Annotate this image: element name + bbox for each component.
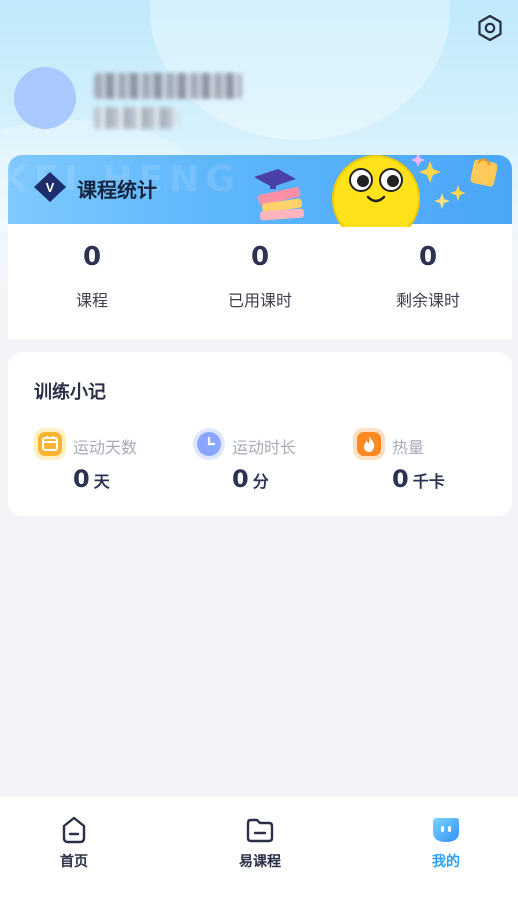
metric-exercise-duration-label: 运动时长 bbox=[232, 438, 297, 457]
profile-bubble-icon bbox=[433, 818, 459, 842]
mascot-illustration bbox=[254, 155, 498, 227]
tab-home[interactable]: 首页 bbox=[14, 815, 134, 871]
clock-icon bbox=[193, 428, 225, 460]
metric-exercise-duration-unit: 分 bbox=[252, 472, 269, 491]
gift-bag-icon bbox=[470, 158, 498, 187]
stat-used-hours-label: 已用课时 bbox=[227, 291, 292, 310]
course-stats-card: KEI HENG V 课程统计 0 课程 0 已用课时 0 剩余课时 bbox=[8, 155, 512, 339]
username-redacted bbox=[94, 73, 242, 99]
flame-icon bbox=[353, 428, 385, 460]
training-notes-title: 训练小记 bbox=[34, 382, 106, 403]
course-stats-title: 课程统计 bbox=[77, 178, 157, 202]
vip-badge-icon: V bbox=[34, 172, 66, 202]
stat-remaining-hours-value: 0 bbox=[418, 242, 438, 272]
stat-courses[interactable]: 0 课程 bbox=[8, 244, 176, 311]
metric-calories-unit: 千卡 bbox=[412, 472, 445, 491]
stat-remaining-hours[interactable]: 0 剩余课时 bbox=[344, 244, 512, 311]
home-icon bbox=[62, 816, 86, 844]
tab-mine[interactable]: 我的 bbox=[386, 815, 506, 871]
mascot-face-icon bbox=[332, 155, 420, 227]
metric-exercise-days-label: 运动天数 bbox=[73, 438, 138, 457]
tab-courses[interactable]: 易课程 bbox=[200, 815, 320, 871]
stat-courses-value: 0 bbox=[82, 242, 102, 272]
metric-exercise-days-number: 0 bbox=[73, 465, 90, 493]
stat-used-hours-value: 0 bbox=[250, 242, 270, 272]
stat-remaining-hours-label: 剩余课时 bbox=[395, 291, 460, 310]
metric-calories-label: 热量 bbox=[392, 438, 425, 457]
metric-exercise-duration-number: 0 bbox=[232, 465, 249, 493]
tab-home-label: 首页 bbox=[60, 854, 88, 870]
user-id-redacted bbox=[94, 107, 178, 129]
course-stats-banner: KEI HENG V 课程统计 bbox=[8, 155, 512, 227]
stat-used-hours[interactable]: 0 已用课时 bbox=[176, 244, 344, 311]
tab-courses-label: 易课程 bbox=[239, 854, 281, 870]
stat-courses-label: 课程 bbox=[75, 291, 108, 310]
settings-icon[interactable] bbox=[476, 14, 504, 42]
avatar[interactable] bbox=[14, 67, 76, 129]
tab-mine-label: 我的 bbox=[432, 854, 460, 870]
metric-exercise-days-unit: 天 bbox=[93, 472, 110, 491]
metric-exercise-duration-value: 0分 bbox=[232, 465, 269, 493]
calendar-icon bbox=[34, 428, 66, 460]
bottom-tab-bar: 首页 易课程 我的 bbox=[0, 797, 518, 897]
metric-exercise-days-value: 0天 bbox=[73, 465, 110, 493]
books-icon bbox=[254, 169, 305, 221]
svg-text:V: V bbox=[46, 180, 55, 195]
training-notes-card: 训练小记 运动天数 0天 运动时长 0分 热量 0 千卡 bbox=[8, 352, 512, 516]
metric-calories-number: 0 bbox=[392, 465, 409, 493]
folder-icon bbox=[246, 818, 274, 843]
metric-calories-value: 0 千卡 bbox=[392, 465, 445, 493]
